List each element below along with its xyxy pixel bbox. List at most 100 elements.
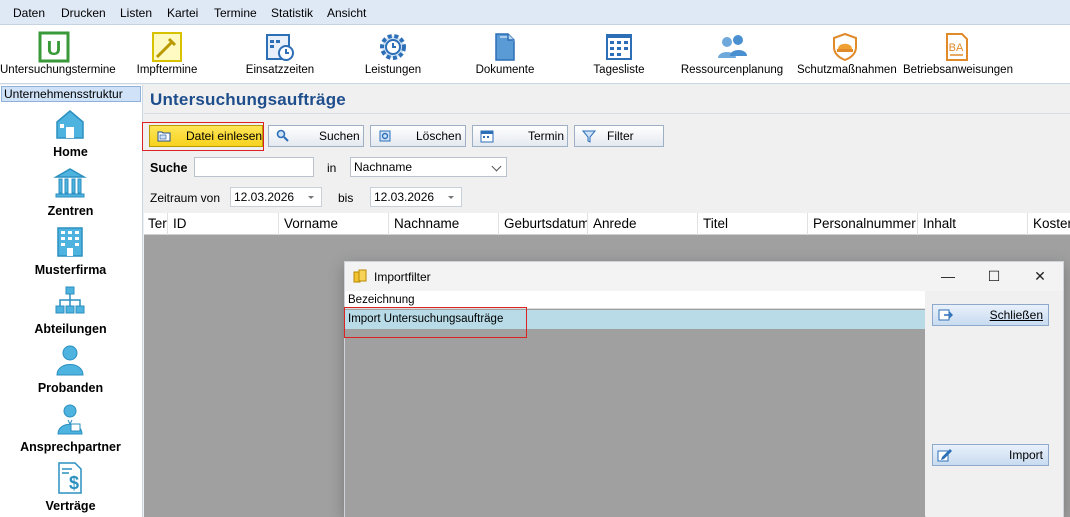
date-from-picker[interactable]: 12.03.2026: [230, 187, 322, 207]
date-to-value: 12.03.2026: [374, 190, 435, 204]
toolbar-impftermine[interactable]: Impftermine: [128, 25, 206, 84]
column-header-nachname[interactable]: Nachname: [389, 213, 499, 235]
sidebar-item-label: Ansprechpartner: [20, 440, 121, 454]
toolbar-untersuchungstermine[interactable]: U Untersuchungstermine: [0, 25, 116, 84]
delete-button[interactable]: Löschen: [370, 125, 466, 147]
toolbar-ressourcenplanung[interactable]: Ressourcenplanung: [680, 25, 784, 84]
chevron-down-icon: [491, 161, 502, 172]
org-chart-icon: [55, 286, 85, 314]
delete-icon: [379, 130, 391, 142]
toolbar-label: Einsatzzeiten: [245, 64, 315, 76]
toolbar-label: Leistungen: [364, 64, 422, 76]
toolbar-label: Ressourcenplanung: [680, 64, 784, 76]
toolbar-schutzmassnahmen[interactable]: Schutzmaßnahmen: [797, 25, 897, 84]
annotation-highlight-import: [142, 122, 264, 151]
column-header-kosten[interactable]: Kosten: [1028, 213, 1070, 235]
column-header-inhalt[interactable]: Inhalt: [918, 213, 1028, 235]
sidebar-item-label: Home: [53, 145, 88, 159]
sidebar-tab-unternehmensstruktur[interactable]: Unternehmensstruktur: [1, 86, 141, 102]
close-dialog-button[interactable]: Schließen: [932, 304, 1049, 326]
exit-door-icon: [938, 309, 953, 321]
column-header-id[interactable]: ID: [168, 213, 279, 235]
minimize-icon[interactable]: —: [925, 262, 971, 291]
filter-button[interactable]: Filter: [574, 125, 664, 147]
toolbar: U Untersuchungstermine Impftermine Einsa…: [0, 25, 1070, 84]
annotation-highlight-row: [344, 307, 527, 338]
close-dialog-label: Schließen: [989, 308, 1043, 322]
appointment-button-label: Termin: [528, 129, 565, 143]
documents-icon: [495, 33, 515, 61]
toolbar-leistungen[interactable]: Leistungen: [357, 25, 429, 84]
sidebar-item-label: Probanden: [37, 381, 104, 395]
sidebar-item-label: Abteilungen: [34, 322, 107, 336]
period-label: Zeitraum von: [150, 191, 221, 205]
import-edit-icon: [937, 449, 952, 462]
helmet-icon: [833, 32, 857, 62]
menu-drucken[interactable]: Drucken: [61, 6, 106, 20]
sidebar-item-musterfirma[interactable]: Musterfirma: [0, 225, 141, 284]
home-icon: [56, 110, 84, 139]
search-field-value: Nachname: [354, 160, 413, 174]
sidebar-item-label: Zentren: [47, 204, 94, 218]
menu-kartei[interactable]: Kartei: [167, 6, 198, 20]
column-header-anrede[interactable]: Anrede: [588, 213, 698, 235]
dialog-app-icon: [353, 269, 367, 283]
date-from-value: 12.03.2026: [234, 190, 295, 204]
institution-icon: [53, 168, 87, 198]
toolbar-label: Dokumente: [475, 64, 535, 76]
search-button-label: Suchen: [319, 129, 360, 143]
toolbar-dokumente[interactable]: Dokumente: [470, 25, 540, 84]
magnifier-icon: [276, 129, 289, 142]
sidebar-item-home[interactable]: Home: [0, 107, 141, 166]
search-button[interactable]: Suchen: [268, 125, 364, 147]
toolbar-tagesliste[interactable]: Tagesliste: [585, 25, 653, 84]
toolbar-label: Betriebsanweisungen: [903, 64, 1013, 76]
ba-document-icon: BA: [946, 33, 968, 61]
search-input[interactable]: [194, 157, 314, 177]
menu-listen[interactable]: Listen: [120, 6, 152, 20]
menu-statistik[interactable]: Statistik: [271, 6, 313, 20]
import-button[interactable]: Import: [932, 444, 1049, 466]
people-icon: [718, 35, 747, 58]
sidebar: Unternehmensstruktur Home Zentren Muster…: [0, 85, 143, 517]
toolbar-betriebsanweisungen[interactable]: BA Betriebsanweisungen: [903, 25, 1013, 84]
close-icon[interactable]: ✕: [1017, 262, 1063, 291]
toolbar-einsatzzeiten[interactable]: Einsatzzeiten: [238, 25, 322, 84]
maximize-icon[interactable]: ☐: [971, 262, 1017, 291]
contract-icon: $: [58, 462, 82, 494]
column-header-ter[interactable]: Ter: [144, 213, 168, 235]
in-label: in: [327, 161, 337, 175]
sidebar-item-abteilungen[interactable]: Abteilungen: [0, 284, 141, 343]
menu-ansicht[interactable]: Ansicht: [327, 6, 366, 20]
menu-termine[interactable]: Termine: [214, 6, 257, 20]
dropdown-arrow-icon: [308, 196, 314, 199]
filter-button-label: Filter: [607, 129, 634, 143]
svg-text:U: U: [47, 38, 61, 60]
building-icon: [57, 227, 83, 257]
contact-person-icon: [57, 404, 83, 435]
sidebar-item-ansprechpartner[interactable]: Ansprechpartner: [0, 402, 141, 461]
calendar-icon: [480, 130, 494, 143]
calendar-clock-icon: [266, 34, 294, 61]
column-header-titel[interactable]: Titel: [698, 213, 808, 235]
svg-text:BA: BA: [949, 42, 964, 54]
menu-bar: Daten Drucken Listen Kartei Termine Stat…: [0, 0, 1070, 25]
dialog-titlebar[interactable]: Importfilter — ☐ ✕: [345, 262, 1063, 291]
sidebar-item-vertraege[interactable]: $ Verträge: [0, 461, 141, 517]
sidebar-item-label: Verträge: [45, 499, 96, 513]
day-list-icon: [606, 34, 632, 60]
appointment-button[interactable]: Termin: [472, 125, 568, 147]
toolbar-label: Schutzmaßnahmen: [797, 64, 897, 76]
column-header-personalnummer[interactable]: Personalnummer: [808, 213, 918, 235]
column-header-geburtsdatum[interactable]: Geburtsdatum: [499, 213, 588, 235]
date-to-picker[interactable]: 12.03.2026: [370, 187, 462, 207]
column-header-vorname[interactable]: Vorname: [279, 213, 389, 235]
dialog-title: Importfilter: [374, 270, 431, 284]
search-field-select[interactable]: Nachname: [350, 157, 507, 177]
sidebar-item-probanden[interactable]: Probanden: [0, 343, 141, 402]
import-button-label: Import: [1008, 448, 1043, 462]
sidebar-item-zentren[interactable]: Zentren: [0, 166, 141, 225]
importfilter-dialog: Importfilter — ☐ ✕ Bezeichnung Import Un…: [344, 261, 1064, 517]
menu-daten[interactable]: Daten: [13, 6, 45, 20]
sidebar-item-label: Musterfirma: [34, 263, 107, 277]
